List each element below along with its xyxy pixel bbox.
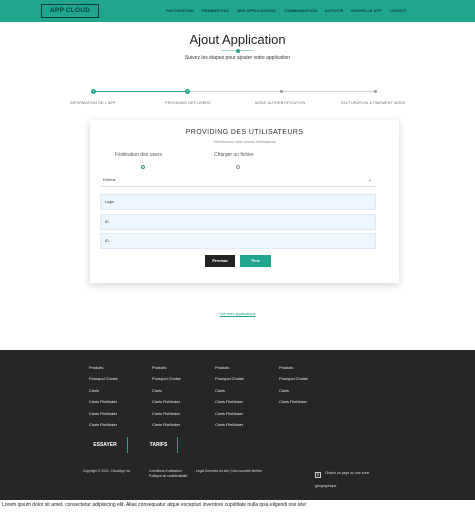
previous-button[interactable]: Previous [205,255,235,267]
footer-link[interactable]: Claris FileMaker [89,399,118,410]
step-2-number: 2 [186,89,189,93]
step-2-label: PROVIDING DES USERS [165,101,211,105]
source-select-value: Exitenz [103,178,116,182]
radio-federation[interactable] [141,165,145,169]
chevron-down-icon: ⌄ [367,177,372,183]
radio-label-fichier: Charger un fichier [214,152,254,158]
privacy-link[interactable]: Politique de confidentialité [149,474,187,479]
form-subtitle: Sélectionnez votre source d'utilisateurs [213,140,276,144]
footer-link[interactable]: Claris [215,388,244,399]
nav-facturation[interactable]: FACTURATION [166,9,194,13]
app-logo[interactable]: APP CLOUD [41,4,99,18]
footer-link[interactable]: Claris FileMaker [152,422,181,433]
top-navbar: APP CLOUD FACTURATION PREMIER PAS MES AP… [0,0,475,22]
nav-activite[interactable]: ACTIVITÉ [325,9,343,13]
footer-link[interactable]: Claris [152,388,181,399]
step-4-label: FACTURATION & PAIEMENT MODE [341,101,406,105]
step-1-number: 1 [92,89,95,93]
step-3-label: MODE AUTHENTIFICATION [255,101,306,105]
nav-premier-pas[interactable]: PREMIER PAS [202,9,229,13]
footer-link[interactable]: Claris FileMaker [152,411,181,422]
title-divider-dot [235,48,240,53]
radio-label-federation: Fédération des users [115,152,162,158]
nav-nouvelle-app[interactable]: NOUVELLE APP [351,9,382,13]
source-select[interactable]: Exitenz ⌄ [100,175,376,187]
geo-checkbox[interactable]: ✕ [315,472,321,478]
see-applications-link[interactable]: Voir mes applications [0,312,475,316]
id-field-2[interactable]: ID [100,233,376,249]
page-title: Ajout Application [189,32,286,47]
step-1-label: INFORMATION DE L'APP [70,101,116,105]
footer-link[interactable]: Pourquoi Choisir [89,376,118,387]
essayer-button[interactable]: ESSAYER [83,437,128,453]
id-field-2-value: ID [105,239,109,243]
footer-link[interactable]: Produits [89,365,118,376]
next-button[interactable]: Next [240,255,271,267]
footer-link[interactable]: Claris [89,388,118,399]
footer-link[interactable]: Produits [152,365,181,376]
page-subtitle: Suivez les étapes pour ajouter votre app… [184,55,291,61]
footer-link[interactable]: Pourquoi Choisir [152,376,181,387]
footer-link[interactable]: Claris FileMaker [89,422,118,433]
footer-link[interactable]: Claris FileMaker [279,399,308,410]
footer-link[interactable]: Claris FileMaker [89,411,118,422]
footer-link[interactable]: Claris FileMaker [152,399,181,410]
footer-link[interactable]: Claris FileMaker [215,411,244,422]
footer-link[interactable]: Produits [279,365,308,376]
main-nav: FACTURATION PREMIER PAS MES APPLICATIONS… [158,0,407,22]
id-field-1[interactable]: ID [100,214,376,230]
geo-label[interactable]: Choisir un pays ou une zone [325,471,369,475]
footer-column-2: Produits Pourquoi Choisir Claris Claris … [152,365,181,433]
footer: Produits Pourquoi Choisir Claris Claris … [0,350,475,500]
id-field-1-value: ID [105,220,109,224]
legal-link[interactable]: Legal Données du site | Une nouvelle fen… [196,469,262,474]
step-4-dot [374,90,377,93]
step-3-dot [280,90,283,93]
lorem-paragraph: Lorem ipsum dolor sit amet, consectetur … [2,502,307,508]
footer-link[interactable]: Produits [215,365,244,376]
form-title: PROVIDING DES UTILISATEURS [185,129,304,136]
footer-link[interactable]: Claris FileMaker [215,422,244,433]
footer-column-3: Produits Pourquoi Choisir Claris Claris … [215,365,244,433]
stepper-line-done [93,91,187,92]
tarifs-button[interactable]: TARIFS [140,437,178,453]
nav-logout[interactable]: LOGOUT [390,9,407,13]
footer-link[interactable]: Pourquoi Choisir [279,376,308,387]
providing-form-card: PROVIDING DES UTILISATEURS Sélectionnez … [90,120,399,283]
radio-fichier[interactable] [236,165,240,169]
footer-link[interactable]: Claris FileMaker [215,399,244,410]
nav-mes-applications[interactable]: MES APPLICATIONS [237,9,276,13]
footer-link[interactable]: Pourquoi Choisir [215,376,244,387]
login-field-value: Login [105,200,115,204]
footer-column-1: Produits Pourquoi Choisir Claris Claris … [89,365,118,433]
login-field[interactable]: Login [100,194,376,210]
footer-link[interactable]: Claris [279,388,308,399]
geo-label-line2: géographique [315,484,337,488]
nav-communaution[interactable]: COMMUNAUTION [284,9,317,13]
footer-column-4: Produits Pourquoi Choisir Claris Claris … [279,365,308,411]
copyright-text: Copyright © 2021, CloudApp Inc. [83,469,132,473]
